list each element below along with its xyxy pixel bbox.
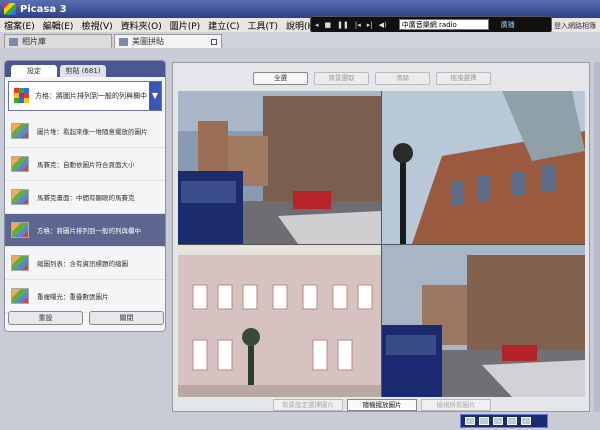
layout-option-label: 馬賽克畫面：中間有顯眼的馬賽克 [37, 194, 135, 202]
radio-go-button[interactable]: 廣播 [501, 20, 515, 30]
view-tabs: 相片庫 美圖拼貼 [0, 32, 600, 48]
library-icon [9, 37, 18, 46]
layout-option-label: 圖片堆：看起來像一堆隨意擺放的圖片 [37, 128, 148, 136]
frame-mosaic-icon [11, 189, 29, 205]
multi-exposure-icon [11, 288, 29, 304]
shuffle-pictures-button[interactable]: 隨機擺放圖片 [347, 399, 417, 411]
tab-collage[interactable]: 美圖拼貼 [114, 34, 222, 48]
close-tab-icon[interactable] [211, 38, 217, 45]
input-method-icon[interactable] [465, 417, 475, 425]
collage-settings-panel: 設定 剪貼 (681) 方格：將圖片排列到一般的列與欄中 ▼ 圖片堆：看起來像一… [4, 60, 166, 332]
keyboard-icon[interactable] [479, 417, 489, 425]
grid-layout-icon [14, 88, 30, 104]
pause-button[interactable]: ❚❚ [337, 21, 349, 29]
select-all-button[interactable]: 全選 [253, 72, 308, 85]
reset-button[interactable]: 重設 [8, 311, 83, 325]
view-all-button[interactable]: 檢視所有圖片 [421, 399, 491, 411]
tab-settings[interactable]: 設定 [11, 65, 57, 77]
volume-icon[interactable]: ◀) [379, 21, 387, 29]
layout-option-frame-mosaic[interactable]: 馬賽克畫面：中間有顯眼的馬賽克 [5, 181, 165, 214]
picture-pile-icon [11, 123, 29, 139]
collage-photo[interactable] [382, 245, 585, 397]
window-title: Picasa 3 [20, 3, 67, 15]
chevron-down-icon[interactable]: ▼ [149, 82, 161, 110]
collage-photo[interactable] [178, 91, 381, 244]
selected-layout-label: 方格：將圖片排列到一般的列與欄中 [35, 92, 147, 100]
layout-option-pile[interactable]: 圖片堆：看起來像一堆隨意擺放的圖片 [5, 115, 165, 148]
collage-preview-panel: 全選 背景選取 清除 拖曳選擇 背景設定選擇圖片 隨機擺放圖片 檢視所有圖片 [172, 62, 590, 412]
photo-venetian-facade [178, 245, 381, 397]
mosaic-icon [11, 156, 29, 172]
menu-tools[interactable]: 工具(T) [248, 19, 279, 32]
layout-option-mosaic[interactable]: 馬賽克：自動依圖片符合頁面大小 [5, 148, 165, 181]
collage-photo[interactable] [382, 91, 585, 244]
layout-option-label: 方格：將圖片排列到一般的列與欄中 [37, 227, 141, 235]
contact-sheet-icon [11, 255, 29, 271]
collage-action-bar: 背景設定選擇圖片 隨機擺放圖片 檢視所有圖片 [273, 399, 491, 411]
tab-library-label: 相片庫 [22, 37, 46, 46]
layout-option-multi-exposure[interactable]: 重複曝光：重疊數張圖片 [5, 280, 165, 313]
clear-button[interactable]: 清除 [375, 72, 430, 85]
menu-view[interactable]: 檢視(V) [81, 19, 112, 32]
layout-dropdown[interactable]: 方格：將圖片排列到一般的列與欄中 ▼ [8, 81, 162, 111]
collage-canvas[interactable] [178, 91, 585, 397]
selection-toolbar: 全選 背景選取 清除 拖曳選擇 [253, 72, 491, 85]
photo-bus-street [382, 245, 585, 397]
prev-track-button[interactable]: ◂ [315, 21, 319, 29]
collage-photo[interactable] [178, 245, 381, 397]
pen-icon[interactable] [493, 417, 503, 425]
forward-button[interactable]: ▸| [367, 21, 373, 29]
tab-clips[interactable]: 剪貼 (681) [60, 65, 106, 77]
collage-icon [119, 37, 128, 46]
menu-folder[interactable]: 資料夾(O) [121, 19, 162, 32]
web-album-login-link[interactable]: 登入網路相簿 [554, 21, 596, 31]
media-player-bar: ◂ ■ ❚❚ |◂ ▸| ◀) 中廣音樂網 radio 廣播 [310, 16, 552, 33]
help-icon[interactable] [507, 417, 517, 425]
back-button[interactable]: |◂ [355, 21, 361, 29]
options-icon[interactable] [521, 417, 531, 425]
radio-station-field[interactable]: 中廣音樂網 radio [398, 19, 489, 30]
layout-option-grid[interactable]: 方格：將圖片排列到一般的列與欄中 [5, 214, 165, 247]
tab-collage-label: 美圖拼貼 [132, 37, 164, 46]
photo-building-lamp [382, 91, 585, 244]
settings-tabs: 設定 剪貼 (681) [5, 61, 165, 77]
layout-option-label: 重複曝光：重疊數張圖片 [37, 293, 109, 301]
select-background-button[interactable]: 背景選取 [314, 72, 369, 85]
menu-file[interactable]: 檔案(E) [4, 19, 35, 32]
menu-create[interactable]: 建立(C) [208, 19, 239, 32]
language-bar [460, 414, 548, 428]
tab-library[interactable]: 相片庫 [4, 34, 112, 48]
layout-option-contact-sheet[interactable]: 縮圖列表：含有資訊標題的縮圖 [5, 247, 165, 280]
right-scrollbar[interactable] [594, 62, 600, 412]
stop-button[interactable]: ■ [325, 21, 332, 29]
menu-picture[interactable]: 圖片(P) [170, 19, 200, 32]
layout-option-label: 縮圖列表：含有資訊標題的縮圖 [37, 260, 128, 268]
drag-select-button[interactable]: 拖曳選擇 [436, 72, 491, 85]
grid-icon [11, 222, 29, 238]
layout-option-label: 馬賽克：自動依圖片符合頁面大小 [37, 161, 135, 169]
menu-edit[interactable]: 編輯(E) [43, 19, 74, 32]
photo-street-building [178, 91, 381, 244]
picasa-logo-icon [4, 3, 16, 15]
background-image-button[interactable]: 背景設定選擇圖片 [273, 399, 343, 411]
close-button[interactable]: 關閉 [89, 311, 164, 325]
